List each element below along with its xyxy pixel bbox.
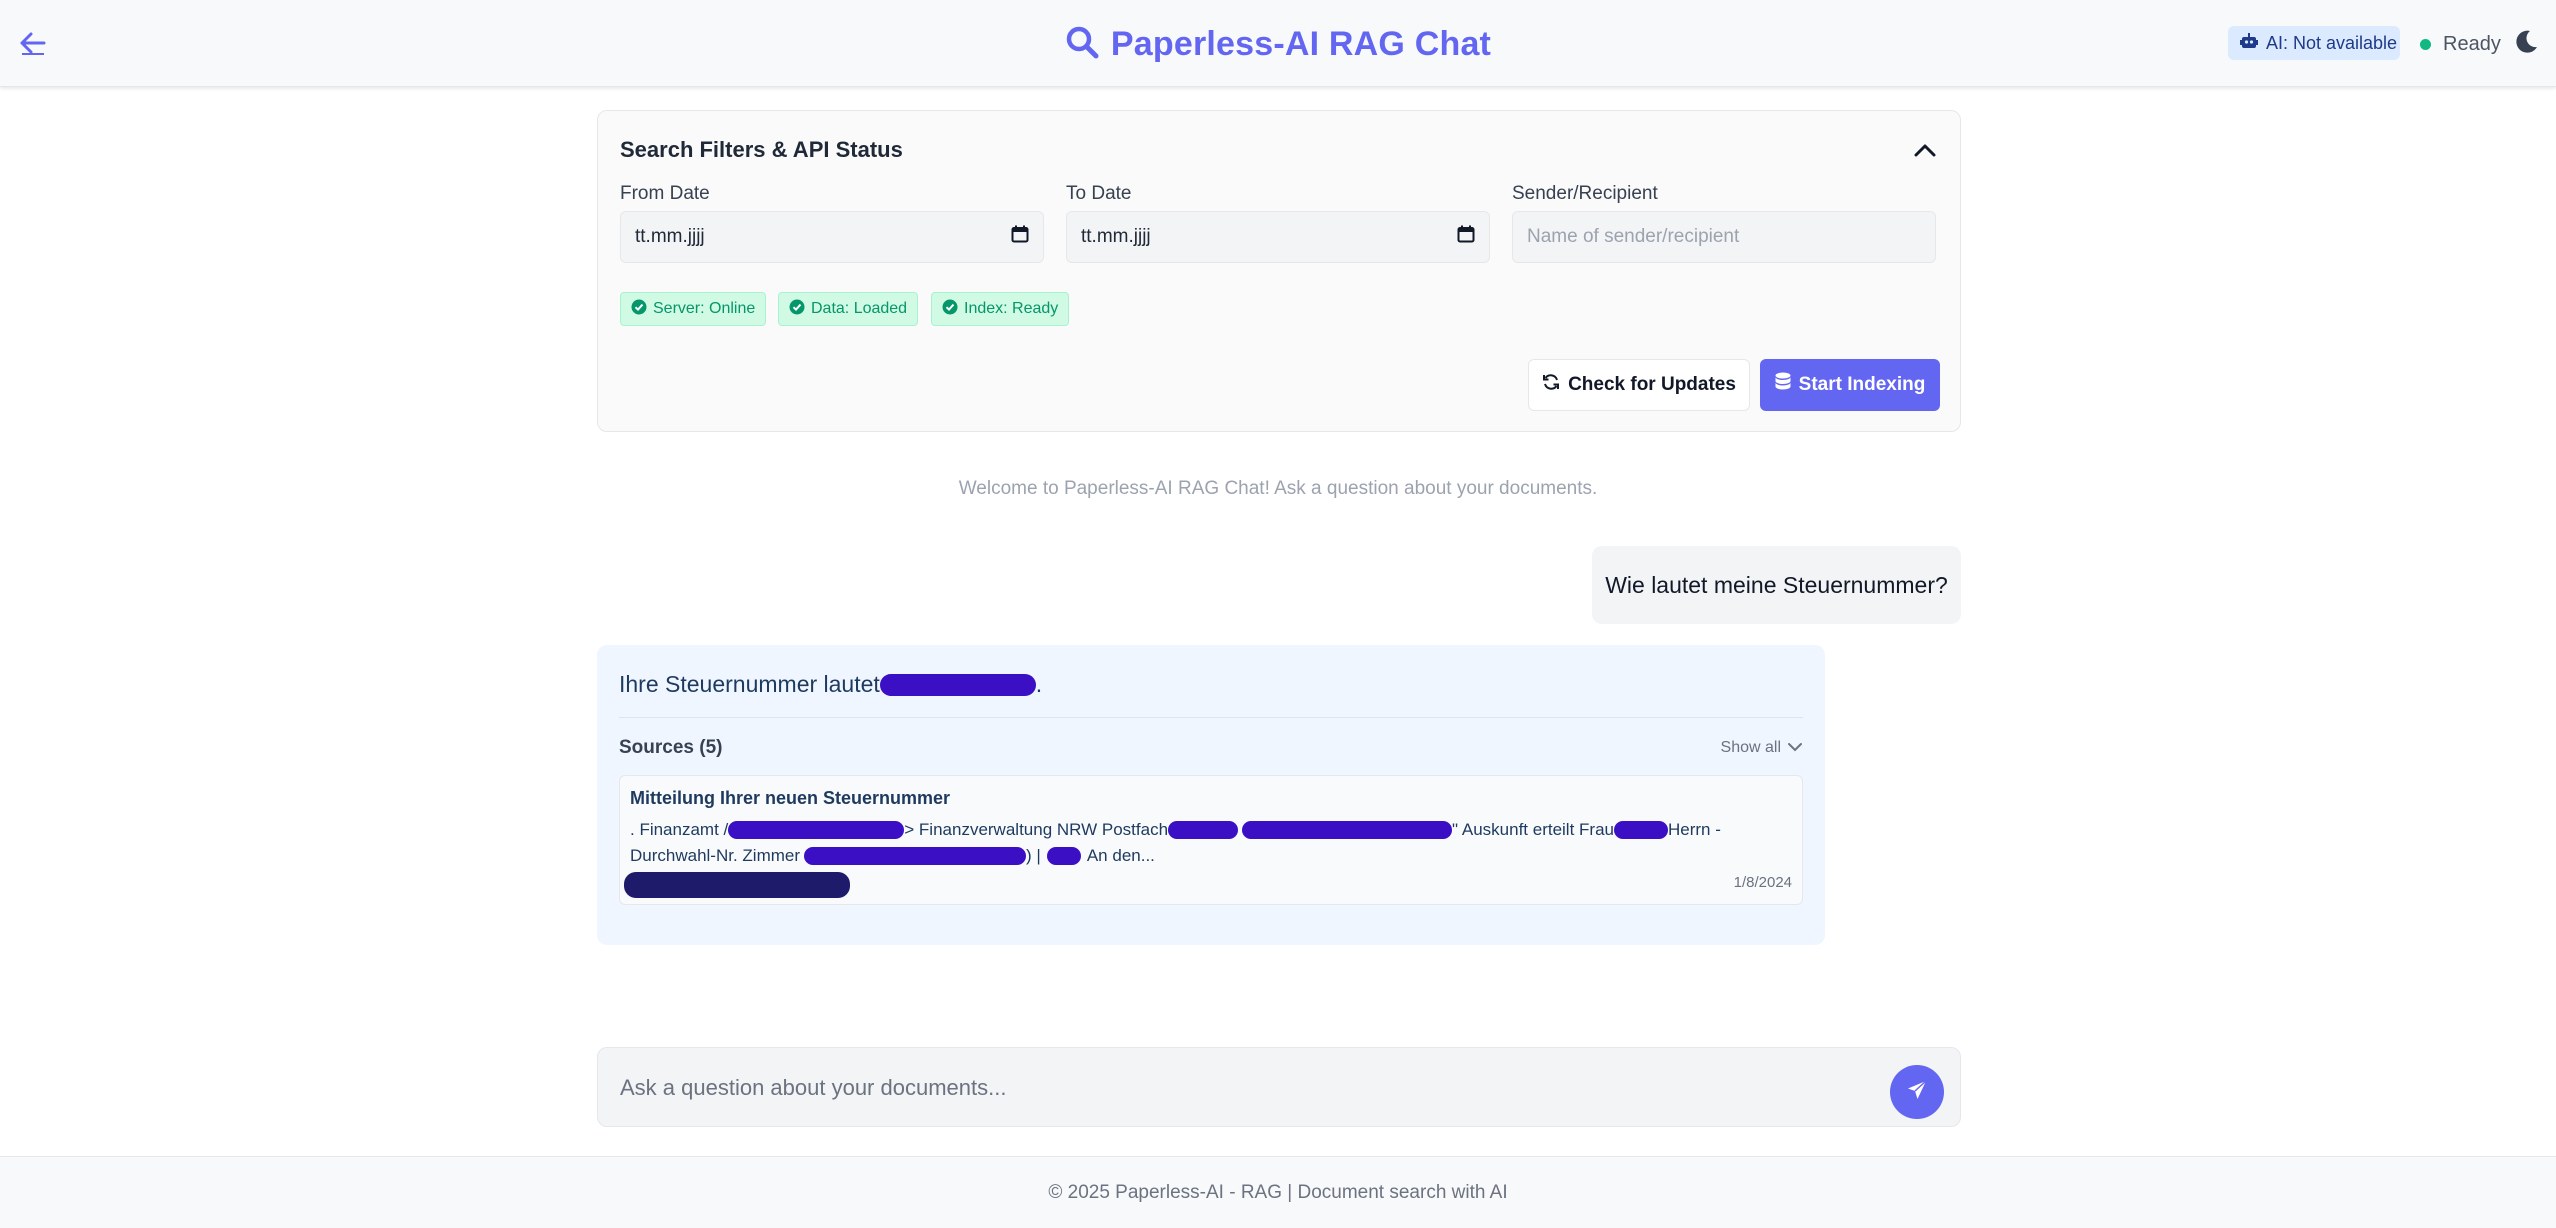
- from-date-label: From Date: [620, 183, 710, 204]
- source-title: Mitteilung Ihrer neuen Steuernummer: [630, 788, 951, 808]
- redaction-mark: [1242, 821, 1453, 839]
- ai-status-text: AI: Not available: [2266, 32, 2398, 53]
- to-date-input[interactable]: tt.mm.jjjj: [1066, 211, 1490, 263]
- data-status-badge: Data: Loaded: [778, 292, 919, 326]
- sources-title: Sources (5): [619, 737, 723, 758]
- check-updates-button[interactable]: Check for Updates: [1528, 359, 1750, 411]
- redaction-mark: [879, 673, 1036, 696]
- source-card[interactable]: Mitteilung Ihrer neuen Steuernummer . Fi…: [619, 775, 1803, 905]
- check-updates-label: Check for Updates: [1568, 374, 1736, 395]
- from-date-input[interactable]: tt.mm.jjjj: [620, 211, 1044, 263]
- user-message-bubble: Wie lautet meine Steuernummer?: [1592, 546, 1961, 624]
- status-text: Ready: [2443, 32, 2501, 55]
- start-indexing-button[interactable]: Start Indexing: [1760, 359, 1940, 411]
- answer-divider: [619, 717, 1803, 718]
- to-date-label: To Date: [1066, 183, 1132, 204]
- data-status-text: Data: Loaded: [811, 300, 908, 317]
- question-input[interactable]: [620, 1070, 1820, 1106]
- source-excerpt-line-1: . Finanzamt / > Finanzverwaltung NRW Pos…: [630, 820, 1721, 840]
- sender-input[interactable]: [1527, 226, 1921, 248]
- chevron-up-icon[interactable]: [1910, 135, 1940, 165]
- check-circle-icon: [942, 299, 958, 320]
- moon-icon[interactable]: [2512, 28, 2542, 58]
- show-all-button[interactable]: Show all: [1721, 739, 1803, 757]
- footer-text: © 2025 Paperless-AI - RAG | Document sea…: [1048, 1181, 1508, 1203]
- source-date: 1/8/2024: [1733, 874, 1792, 891]
- excerpt-part: ) |: [1026, 846, 1041, 865]
- footer: © 2025 Paperless-AI - RAG | Document sea…: [0, 1156, 2556, 1228]
- to-date-value: tt.mm.jjjj: [1081, 226, 1151, 247]
- server-status-badge: Server: Online: [620, 292, 767, 326]
- chevron-down-icon: [1787, 739, 1803, 757]
- ai-status-badge: AI: Not available: [2228, 26, 2400, 60]
- check-circle-icon: [789, 299, 805, 320]
- redaction-mark: [728, 821, 905, 839]
- app-title: Paperless-AI RAG Chat: [1110, 24, 1492, 63]
- answer-prefix: Ihre Steuernummer lautet: [619, 671, 880, 697]
- redaction-mark: [1168, 821, 1239, 839]
- excerpt-part: Durchwahl-Nr. Zimmer: [630, 846, 801, 865]
- answer-suffix: .: [1035, 671, 1043, 697]
- redaction-mark: [1046, 847, 1081, 865]
- excerpt-part: . Finanzamt /: [630, 820, 729, 839]
- search-filters-panel: Search Filters & API Status From Date tt…: [597, 110, 1961, 432]
- excerpt-part: " Auskunft erteilt Frau: [1452, 820, 1614, 839]
- redaction-mark: [804, 847, 1027, 865]
- calendar-icon[interactable]: [1011, 225, 1029, 249]
- source-excerpt-line-2: Durchwahl-Nr. Zimmer ) | An den...: [630, 846, 1155, 866]
- status-dot-icon: [2420, 38, 2431, 50]
- database-icon: [1775, 372, 1791, 398]
- send-button[interactable]: [1890, 1065, 1944, 1119]
- sync-icon: [1542, 373, 1560, 397]
- redaction-mark: [1614, 821, 1668, 839]
- excerpt-part: > Finanzverwaltung NRW Postfach: [904, 820, 1169, 839]
- ai-answer-card: Ihre Steuernummer lautet . Sources (5) S…: [597, 645, 1825, 945]
- question-input-box: [597, 1047, 1961, 1127]
- from-date-value: tt.mm.jjjj: [635, 226, 705, 247]
- answer-text: Ihre Steuernummer lautet .: [619, 671, 1042, 698]
- robot-icon: [2240, 32, 2258, 54]
- app-title-wrap: Paperless-AI RAG Chat: [0, 20, 2556, 68]
- excerpt-part: An den...: [1086, 846, 1155, 865]
- sender-label: Sender/Recipient: [1512, 183, 1658, 204]
- sender-field[interactable]: [1512, 211, 1936, 263]
- start-indexing-label: Start Indexing: [1798, 374, 1926, 395]
- show-all-label: Show all: [1720, 739, 1781, 756]
- redaction-mark: [624, 872, 850, 898]
- user-message-text: Wie lautet meine Steuernummer?: [1605, 571, 1948, 598]
- search-icon: [1065, 25, 1099, 64]
- paper-plane-icon: [1906, 1079, 1928, 1106]
- excerpt-part: Herrn -: [1668, 820, 1721, 839]
- check-circle-icon: [631, 299, 647, 320]
- index-status-text: Index: Ready: [964, 300, 1059, 317]
- connection-status: Ready: [2420, 30, 2501, 58]
- index-status-badge: Index: Ready: [931, 292, 1070, 326]
- welcome-message: Welcome to Paperless-AI RAG Chat! Ask a …: [958, 478, 1598, 499]
- calendar-icon[interactable]: [1457, 225, 1475, 249]
- server-status-text: Server: Online: [653, 300, 756, 317]
- panel-title: Search Filters & API Status: [620, 137, 903, 162]
- top-header: Paperless-AI RAG Chat AI: Not available …: [0, 0, 2556, 87]
